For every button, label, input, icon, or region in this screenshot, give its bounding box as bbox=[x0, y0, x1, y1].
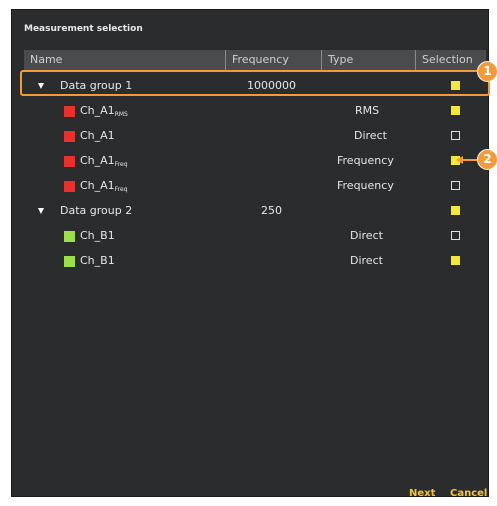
channel-color-swatch bbox=[64, 181, 75, 192]
collapse-triangle-icon[interactable] bbox=[38, 208, 44, 214]
channel-color-swatch bbox=[64, 231, 75, 242]
channel-row[interactable]: Ch_B1 Direct bbox=[24, 249, 486, 274]
column-header-type[interactable]: Type bbox=[328, 50, 353, 70]
channel-row[interactable]: Ch_B1 Direct bbox=[24, 224, 486, 249]
group-frequency: 250 bbox=[261, 204, 282, 217]
channel-type: Direct bbox=[350, 229, 383, 242]
column-header-name[interactable]: Name bbox=[30, 50, 62, 70]
next-button[interactable]: Next bbox=[409, 488, 435, 499]
channel-type: Frequency bbox=[337, 179, 394, 192]
channel-name: Ch_B1 bbox=[80, 254, 115, 267]
channel-name: Ch_A1 bbox=[80, 129, 115, 142]
dialog-title: Measurement selection bbox=[24, 24, 143, 34]
channel-type: RMS bbox=[355, 104, 380, 117]
callout-arrow bbox=[462, 159, 478, 161]
channel-name: Ch_A1Freq bbox=[80, 154, 128, 168]
channel-row[interactable]: Ch_A1 Direct bbox=[24, 124, 486, 149]
selection-checkbox[interactable] bbox=[451, 106, 460, 115]
column-header-frequency[interactable]: Frequency bbox=[232, 50, 289, 70]
channel-color-swatch bbox=[64, 106, 75, 117]
group-name: Data group 2 bbox=[60, 204, 133, 217]
channel-type: Direct bbox=[350, 254, 383, 267]
group-row[interactable]: Data group 2 250 bbox=[24, 199, 486, 224]
arrow-left-icon bbox=[456, 156, 463, 164]
channel-row[interactable]: Ch_A1Freq Frequency bbox=[24, 149, 486, 174]
callout-badge-1: 1 bbox=[477, 61, 497, 82]
channel-color-swatch bbox=[64, 256, 75, 267]
channel-name: Ch_A1RMS bbox=[80, 104, 128, 118]
channel-name: Ch_B1 bbox=[80, 229, 115, 242]
channel-type: Direct bbox=[354, 129, 387, 142]
channel-row[interactable]: Ch_A1Freq Frequency bbox=[24, 174, 486, 199]
column-divider[interactable] bbox=[225, 50, 226, 70]
column-divider[interactable] bbox=[321, 50, 322, 70]
selection-checkbox[interactable] bbox=[451, 131, 460, 140]
callout-badge-2: 2 bbox=[477, 149, 497, 170]
channel-name: Ch_A1Freq bbox=[80, 179, 128, 193]
highlight-frame bbox=[20, 70, 490, 96]
channel-row[interactable]: Ch_A1RMS RMS bbox=[24, 99, 486, 124]
table-header: Name Frequency Type Selection bbox=[24, 50, 486, 70]
selection-checkbox[interactable] bbox=[451, 231, 460, 240]
channel-color-swatch bbox=[64, 131, 75, 142]
channel-color-swatch bbox=[64, 156, 75, 167]
cancel-button[interactable]: Cancel bbox=[450, 488, 487, 499]
channel-type: Frequency bbox=[337, 154, 394, 167]
selection-checkbox[interactable] bbox=[451, 181, 460, 190]
selection-checkbox[interactable] bbox=[451, 206, 460, 215]
column-divider[interactable] bbox=[415, 50, 416, 70]
column-header-selection[interactable]: Selection bbox=[422, 50, 473, 70]
selection-checkbox[interactable] bbox=[451, 256, 460, 265]
